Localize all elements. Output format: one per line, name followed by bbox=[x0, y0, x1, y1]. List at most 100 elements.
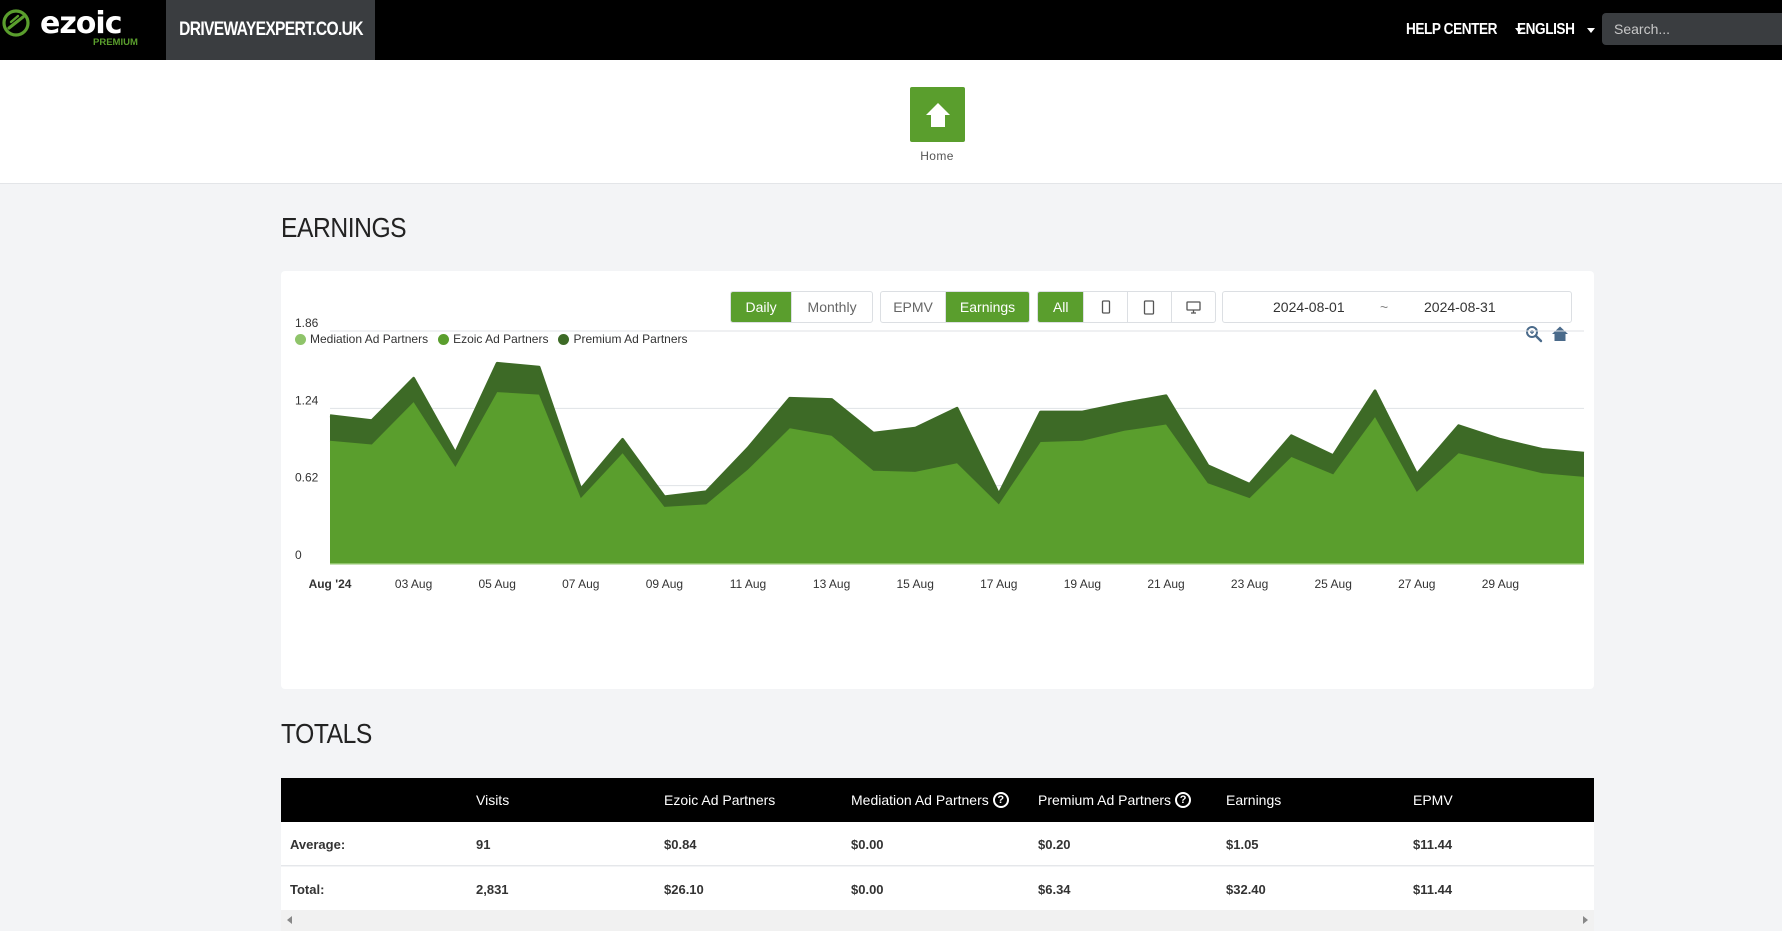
x-tick-label: 05 Aug bbox=[479, 577, 516, 591]
row-label: Average: bbox=[290, 836, 346, 852]
line-premium-ad-partners bbox=[329, 361, 1585, 499]
chevron-down-icon bbox=[1586, 27, 1595, 33]
zoom-icon[interactable] bbox=[1525, 325, 1543, 343]
cell-earnings: $1.05 bbox=[1226, 836, 1259, 852]
x-tick-label: 17 Aug bbox=[980, 577, 1017, 591]
x-tick-label: 03 Aug bbox=[395, 577, 432, 591]
home-button[interactable] bbox=[910, 87, 965, 142]
site-name: DRIVEWAYEXPERT.CO.UK bbox=[178, 19, 363, 40]
y-tick-label: 1.86 bbox=[295, 316, 319, 330]
legend-item-premium[interactable]: Premium Ad Partners bbox=[558, 332, 688, 346]
x-tick-label: 21 Aug bbox=[1147, 577, 1184, 591]
x-tick-label: Aug '24 bbox=[309, 577, 352, 591]
cell-mediation: $0.00 bbox=[851, 881, 884, 897]
y-tick-label: 1.24 bbox=[295, 393, 319, 407]
area-premium-ad-partners bbox=[330, 363, 1584, 507]
help-icon[interactable]: ? bbox=[1175, 792, 1192, 808]
cell-epmv: $11.44 bbox=[1413, 836, 1453, 852]
earnings-title: EARNINGS bbox=[281, 212, 407, 243]
col-header-epmv: EPMV bbox=[1413, 792, 1453, 808]
cell-ezoic: $0.84 bbox=[664, 836, 697, 852]
home-band: Home bbox=[0, 60, 1782, 184]
earnings-chart-card: Daily Monthly EPMV Earnings All 2024-08-… bbox=[281, 271, 1594, 689]
legend-label: Ezoic Ad Partners bbox=[453, 332, 549, 346]
y-axis-labels: 0 0.62 1.24 1.86 bbox=[295, 316, 319, 562]
chart-legend: Mediation Ad Partners Ezoic Ad Partners … bbox=[295, 332, 698, 346]
x-tick-label: 11 Aug bbox=[730, 577, 766, 591]
legend-dot bbox=[558, 333, 570, 345]
help-icon[interactable]: ? bbox=[992, 792, 1009, 808]
home-label: Home bbox=[920, 149, 954, 163]
tablet-icon bbox=[1144, 299, 1155, 315]
cell-epmv: $11.44 bbox=[1413, 881, 1453, 897]
legend-label: Mediation Ad Partners bbox=[310, 332, 429, 346]
brand-name: ezoic bbox=[40, 6, 121, 41]
scroll-left-icon[interactable] bbox=[287, 916, 292, 924]
scroll-right-icon[interactable] bbox=[1583, 916, 1588, 924]
tablet-button[interactable] bbox=[1128, 292, 1172, 322]
line-ezoic-ad-partners bbox=[329, 391, 1585, 508]
x-tick-label: 13 Aug bbox=[813, 577, 850, 591]
col-header-visits: Visits bbox=[476, 792, 510, 808]
cell-ezoic: $26.10 bbox=[664, 881, 704, 897]
table-row: Average: 91 $0.84 $0.00 $0.20 $1.05 $11.… bbox=[281, 822, 1594, 866]
chart-areas bbox=[329, 361, 1585, 565]
cell-visits: 91 bbox=[476, 836, 491, 852]
site-selector[interactable]: DRIVEWAYEXPERT.CO.UK bbox=[166, 0, 375, 60]
phone-icon bbox=[1101, 300, 1110, 314]
cell-mediation: $0.00 bbox=[851, 836, 884, 852]
top-navbar: ezoic PREMIUM DRIVEWAYEXPERT.CO.UK HELP … bbox=[0, 0, 1782, 60]
col-header-earnings: Earnings bbox=[1226, 792, 1282, 808]
device-all-button[interactable]: All bbox=[1038, 292, 1085, 322]
table-header: Visits Ezoic Ad Partners Mediation Ad Pa… bbox=[281, 778, 1594, 822]
phone-button[interactable] bbox=[1084, 292, 1128, 322]
x-tick-label: 23 Aug bbox=[1231, 577, 1268, 591]
legend-label: Premium Ad Partners bbox=[573, 332, 688, 346]
cell-premium: $0.20 bbox=[1038, 836, 1071, 852]
legend-dot bbox=[438, 333, 450, 345]
metric-toggle: EPMV Earnings bbox=[880, 291, 1030, 323]
language-label: ENGLISH bbox=[1517, 21, 1575, 38]
chart-grid bbox=[330, 330, 1584, 564]
x-axis-labels: Aug '24 03 Aug 05 Aug 07 Aug 09 Aug 11 Aug 13 … bbox=[309, 577, 1520, 591]
x-tick-label: 09 Aug bbox=[646, 577, 683, 591]
date-range-picker[interactable]: 2024-08-01 ~ 2024-08-31 bbox=[1222, 291, 1572, 323]
period-toggle: Daily Monthly bbox=[730, 291, 873, 323]
cell-earnings: $32.40 bbox=[1226, 881, 1266, 897]
totals-title: TOTALS bbox=[281, 718, 372, 749]
help-center-menu[interactable]: HELP CENTER bbox=[1406, 0, 1524, 60]
search-input[interactable] bbox=[1602, 13, 1782, 45]
language-menu[interactable]: ENGLISH bbox=[1517, 0, 1595, 60]
home-icon bbox=[925, 102, 950, 127]
monthly-button[interactable]: Monthly bbox=[792, 292, 872, 322]
desktop-button[interactable] bbox=[1172, 292, 1215, 322]
desktop-icon bbox=[1186, 300, 1201, 314]
ezoic-logo[interactable]: ezoic PREMIUM bbox=[0, 0, 166, 60]
epmv-button[interactable]: EPMV bbox=[881, 292, 947, 322]
help-center-label: HELP CENTER bbox=[1406, 21, 1498, 38]
area-ezoic-ad-partners bbox=[330, 392, 1584, 563]
earnings-button[interactable]: Earnings bbox=[946, 292, 1029, 322]
date-from: 2024-08-01 bbox=[1273, 299, 1345, 315]
totals-table: Visits Ezoic Ad Partners Mediation Ad Pa… bbox=[281, 778, 1594, 931]
date-separator: ~ bbox=[1380, 299, 1389, 315]
col-header-ezoic: Ezoic Ad Partners bbox=[664, 792, 776, 808]
cell-premium: $6.34 bbox=[1038, 881, 1071, 897]
device-toggle: All bbox=[1037, 291, 1216, 323]
y-tick-label: 0 bbox=[295, 548, 302, 562]
col-header-mediation: Mediation Ad Partners? bbox=[851, 778, 1009, 822]
reset-zoom-home-icon[interactable] bbox=[1551, 325, 1569, 343]
legend-item-ezoic[interactable]: Ezoic Ad Partners bbox=[438, 332, 548, 346]
x-tick-label: 15 Aug bbox=[897, 577, 934, 591]
x-tick-label: 19 Aug bbox=[1064, 577, 1101, 591]
x-tick-label: 25 Aug bbox=[1315, 577, 1352, 591]
col-header-premium: Premium Ad Partners? bbox=[1038, 778, 1192, 822]
cell-visits: 2,831 bbox=[476, 881, 509, 897]
daily-button[interactable]: Daily bbox=[731, 292, 793, 322]
horizontal-scrollbar[interactable] bbox=[281, 910, 1594, 931]
table-row: Total: 2,831 $26.10 $0.00 $6.34 $32.40 $… bbox=[281, 867, 1594, 911]
brand-tier: PREMIUM bbox=[93, 37, 138, 48]
legend-dot bbox=[295, 333, 306, 345]
legend-item-mediation[interactable]: Mediation Ad Partners bbox=[295, 332, 428, 346]
x-tick-label: 27 Aug bbox=[1398, 577, 1435, 591]
